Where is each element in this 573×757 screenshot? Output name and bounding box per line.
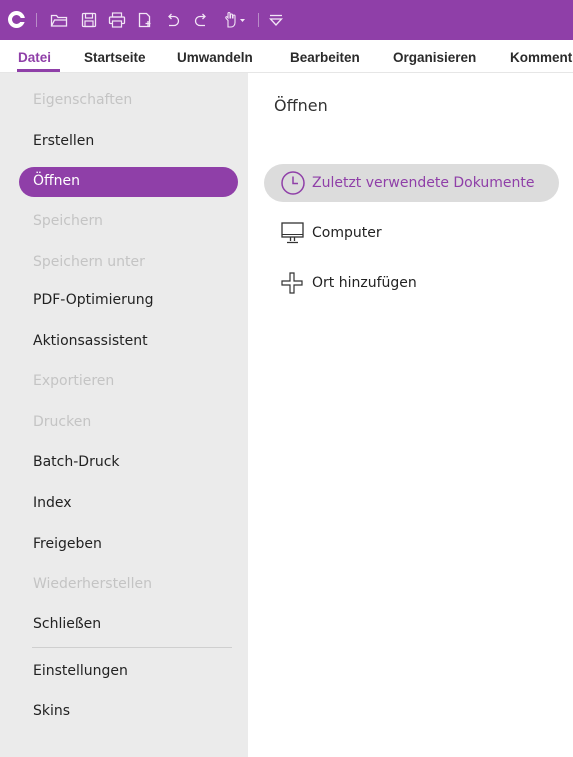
open-folder-icon[interactable] bbox=[48, 10, 70, 30]
hand-tool-icon[interactable] bbox=[220, 10, 250, 30]
clock-icon bbox=[281, 171, 305, 195]
tab-datei[interactable]: Datei bbox=[18, 50, 51, 65]
option-recent-documents-label[interactable]: Zuletzt verwendete Dokumente bbox=[312, 175, 535, 191]
toolbar-separator bbox=[36, 13, 37, 27]
tab-umwandeln[interactable]: Umwandeln bbox=[177, 50, 253, 65]
sidebar-item-index[interactable]: Index bbox=[33, 495, 72, 511]
sidebar-item-erstellen[interactable]: Erstellen bbox=[33, 133, 94, 149]
option-computer-label[interactable]: Computer bbox=[312, 225, 382, 241]
sidebar-divider bbox=[32, 647, 232, 648]
toolbar-separator bbox=[258, 13, 259, 27]
undo-icon[interactable] bbox=[162, 10, 184, 30]
tab-bearbeiten[interactable]: Bearbeiten bbox=[290, 50, 360, 65]
sidebar-item-speichern: Speichern bbox=[33, 213, 103, 229]
sidebar-item-schliessen[interactable]: Schließen bbox=[33, 616, 101, 632]
sidebar-item-exportieren: Exportieren bbox=[33, 373, 115, 389]
sidebar-item-eigenschaften: Eigenschaften bbox=[33, 92, 133, 108]
new-document-icon[interactable] bbox=[134, 10, 156, 30]
sidebar-item-pdf-optimierung[interactable]: PDF-Optimierung bbox=[33, 292, 154, 308]
sidebar-item-einstellungen[interactable]: Einstellungen bbox=[33, 663, 128, 679]
sidebar-item-batch-druck[interactable]: Batch-Druck bbox=[33, 454, 120, 470]
sidebar-item-drucken: Drucken bbox=[33, 414, 92, 430]
sidebar-item-wiederherstellen: Wiederherstellen bbox=[33, 576, 152, 592]
title-bar bbox=[0, 0, 573, 40]
customize-toolbar-icon[interactable] bbox=[265, 10, 287, 30]
active-tab-indicator bbox=[17, 69, 60, 72]
plus-icon bbox=[281, 272, 303, 294]
sidebar: Eigenschaften Erstellen Öffnen Speichern… bbox=[0, 73, 248, 757]
option-add-location-label[interactable]: Ort hinzufügen bbox=[312, 275, 417, 291]
tab-kommentieren[interactable]: Komment bbox=[510, 50, 572, 65]
tab-organisieren[interactable]: Organisieren bbox=[393, 50, 476, 65]
tab-startseite[interactable]: Startseite bbox=[84, 50, 146, 65]
page-title: Öffnen bbox=[274, 96, 328, 115]
sidebar-item-aktionsassistent[interactable]: Aktionsassistent bbox=[33, 333, 148, 349]
sidebar-item-speichern-unter: Speichern unter bbox=[33, 254, 145, 270]
monitor-icon bbox=[281, 222, 304, 244]
save-icon[interactable] bbox=[78, 10, 100, 30]
sidebar-item-oeffnen[interactable]: Öffnen bbox=[33, 173, 80, 189]
app-logo-icon[interactable] bbox=[8, 11, 25, 28]
sidebar-item-freigeben[interactable]: Freigeben bbox=[33, 536, 102, 552]
sidebar-item-skins[interactable]: Skins bbox=[33, 703, 70, 719]
print-icon[interactable] bbox=[106, 10, 128, 30]
redo-icon[interactable] bbox=[190, 10, 212, 30]
menu-bar: Datei Startseite Umwandeln Bearbeiten Or… bbox=[0, 40, 573, 73]
